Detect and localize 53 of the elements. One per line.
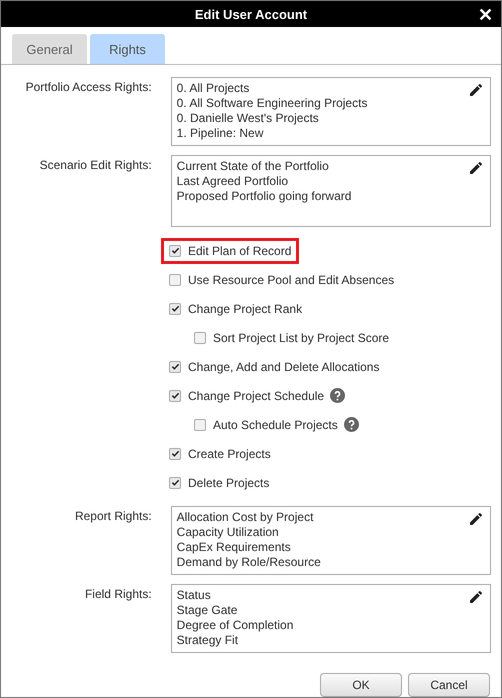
tab[interactable]: General <box>12 34 87 64</box>
pencil-icon[interactable] <box>468 160 484 176</box>
list-item: Degree of Completion <box>176 618 294 633</box>
field-label: Scenario Edit Rights: <box>38 157 153 174</box>
list-item: Strategy Fit <box>176 633 240 648</box>
checkbox-option[interactable]: Create Projects <box>161 440 279 466</box>
list-item: 0. All Projects <box>176 81 250 96</box>
checkbox[interactable] <box>194 332 206 344</box>
checkbox-option[interactable]: Change Project Rank <box>161 296 310 322</box>
checkbox-option[interactable]: Auto Schedule Projects <box>186 412 346 438</box>
checkbox[interactable] <box>169 476 181 488</box>
list-box[interactable]: Status Stage Gate Degree of Completion Strategy Fit <box>170 584 491 653</box>
close-button[interactable]: ✕ <box>476 4 495 26</box>
list-item: CapEx Requirements <box>176 540 292 555</box>
checkbox[interactable] <box>169 244 181 256</box>
highlighted-checkbox-option[interactable]: Edit Plan of Record <box>161 238 300 264</box>
checkbox-option[interactable]: Change Project Schedule <box>161 382 332 408</box>
checkbox[interactable] <box>194 418 206 430</box>
tab[interactable]: Rights <box>90 34 165 64</box>
list-item: Capacity Utilization <box>176 525 280 540</box>
checkbox-option[interactable]: Use Resource Pool and Edit Absences <box>161 266 402 292</box>
list-item: 1. Pipeline: New <box>176 126 264 141</box>
checkbox[interactable] <box>169 274 181 286</box>
list-box[interactable]: Current State of the Portfolio Last Agreed Portfolio Proposed Portfolio going forward <box>170 155 491 227</box>
list-item: 0. Danielle West's Projects <box>176 111 320 126</box>
checkbox-option[interactable]: Delete Projects <box>161 470 278 496</box>
field-label: Report Rights: <box>74 508 153 525</box>
help-icon[interactable] <box>330 388 346 403</box>
checkbox-option[interactable]: Sort Project List by Project Score <box>186 324 398 350</box>
list-item: Allocation Cost by Project <box>176 510 314 525</box>
list-item: Status <box>176 588 212 603</box>
checkbox-option[interactable]: Change, Add and Delete Allocations <box>161 354 388 380</box>
ok-button[interactable]: OK <box>320 673 402 697</box>
list-item: Proposed Portfolio going forward <box>176 189 352 204</box>
list-item: Last Agreed Portfolio <box>176 174 290 189</box>
pencil-icon[interactable] <box>468 82 484 98</box>
pencil-icon[interactable] <box>468 589 484 605</box>
list-box[interactable]: 0. All Projects 0. All Software Engineering Projects 0. Danielle West's Projects 1. Pipeline: New <box>170 77 491 146</box>
list-item: 0. All Software Engineering Projects <box>176 96 368 111</box>
checkbox[interactable] <box>169 302 181 314</box>
field-label: Portfolio Access Rights: <box>24 79 153 96</box>
checkbox[interactable] <box>169 390 181 402</box>
pencil-icon[interactable] <box>468 511 484 527</box>
list-item: Stage Gate <box>176 603 238 618</box>
checkbox[interactable] <box>169 448 181 460</box>
field-label: Field Rights: <box>84 586 153 603</box>
list-item: Demand by Role/Resource <box>176 555 322 570</box>
help-icon[interactable] <box>344 417 359 432</box>
cancel-button[interactable]: Cancel <box>408 673 490 697</box>
list-item: Current State of the Portfolio <box>176 159 330 174</box>
list-box[interactable]: Allocation Cost by Project Capacity Utilization CapEx Requirements Demand by Role/Resource <box>170 506 491 575</box>
checkbox[interactable] <box>169 360 181 372</box>
window-title: Edit User Account <box>194 6 308 22</box>
